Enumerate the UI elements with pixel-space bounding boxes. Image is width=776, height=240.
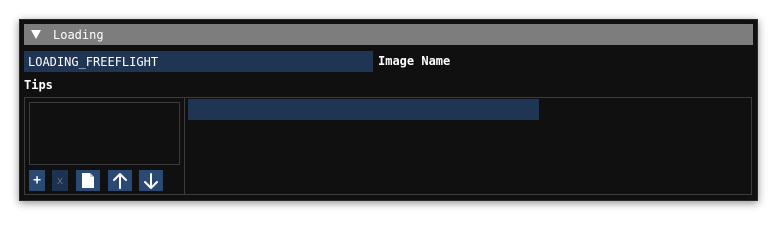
add-label: +: [33, 173, 41, 188]
header-title: Loading: [53, 27, 104, 42]
remove-tip-button[interactable]: x: [52, 170, 68, 191]
remove-label: x: [56, 174, 64, 187]
tips-list[interactable]: [29, 102, 180, 165]
image-name-value: LOADING_FREEFLIGHT: [28, 54, 159, 69]
image-name-input[interactable]: LOADING_FREEFLIGHT: [24, 51, 373, 72]
arrow-down-icon: [144, 172, 158, 189]
move-up-button[interactable]: [108, 170, 132, 191]
loading-window: Loading LOADING_FREEFLIGHT Image Name Ti…: [19, 19, 758, 201]
copy-tip-button[interactable]: [76, 170, 100, 191]
image-name-label: Image Name: [378, 54, 451, 68]
collapse-triangle-icon[interactable]: [31, 30, 41, 39]
collapsing-header[interactable]: Loading: [24, 24, 753, 45]
tips-divider[interactable]: [184, 98, 185, 194]
move-down-button[interactable]: [139, 170, 163, 191]
add-tip-button[interactable]: +: [29, 170, 45, 191]
copy-icon: [82, 173, 94, 188]
arrow-up-icon: [113, 172, 127, 189]
tips-label: Tips: [24, 78, 53, 92]
tip-text-input[interactable]: [188, 99, 539, 120]
tips-frame: + x: [24, 97, 752, 195]
